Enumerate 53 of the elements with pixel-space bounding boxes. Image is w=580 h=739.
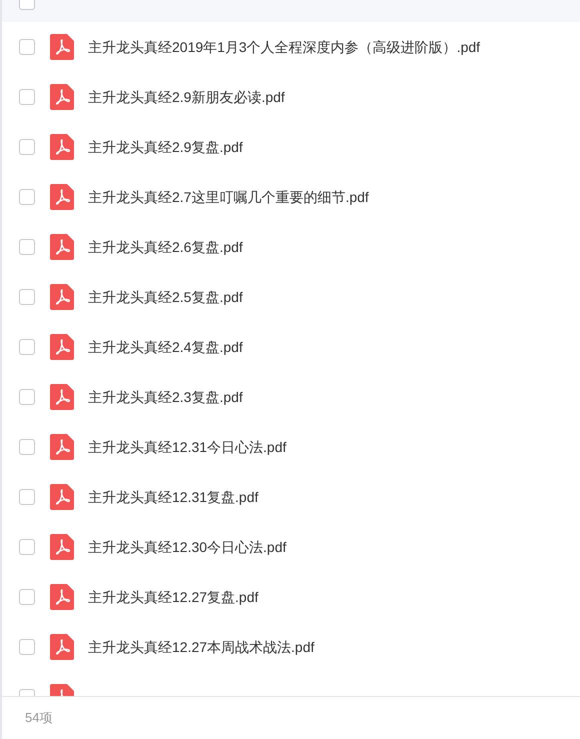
file-row[interactable]: 主升龙头真经2.7这里叮嘱几个重要的细节.pdf bbox=[2, 172, 580, 222]
checkbox[interactable] bbox=[19, 389, 35, 405]
pdf-file-icon bbox=[50, 584, 74, 610]
checkbox[interactable] bbox=[19, 289, 35, 305]
file-row[interactable]: 主升龙头真经2.5复盘.pdf bbox=[2, 272, 580, 322]
file-row[interactable]: 主升龙头真经12.27本周战术战法.pdf bbox=[2, 622, 580, 672]
file-row[interactable]: 主升龙头真经12.31复盘.pdf bbox=[2, 472, 580, 522]
file-name: 主升龙头真经2.3复盘.pdf bbox=[88, 388, 243, 407]
file-row[interactable]: 主升龙头真经2.9复盘.pdf bbox=[2, 122, 580, 172]
pdf-file-icon bbox=[50, 334, 74, 360]
pdf-file-icon bbox=[50, 184, 74, 210]
pdf-file-icon bbox=[50, 234, 74, 260]
file-name: 主升龙头真经12.31复盘.pdf bbox=[88, 488, 258, 507]
file-name: 主升龙头真经2.9新朋友必读.pdf bbox=[88, 88, 285, 107]
pdf-file-icon bbox=[50, 384, 74, 410]
checkbox[interactable] bbox=[19, 189, 35, 205]
checkbox[interactable] bbox=[19, 539, 35, 555]
file-name: 主升龙头真经2.9复盘.pdf bbox=[88, 138, 243, 157]
pdf-file-icon bbox=[50, 484, 74, 510]
pdf-file-icon bbox=[50, 34, 74, 60]
checkbox[interactable] bbox=[19, 589, 35, 605]
checkbox[interactable] bbox=[19, 439, 35, 455]
checkbox[interactable] bbox=[19, 339, 35, 355]
pdf-file-icon bbox=[50, 434, 74, 460]
file-row[interactable]: 主升龙头真经12.30今日心法.pdf bbox=[2, 522, 580, 572]
checkbox[interactable] bbox=[19, 489, 35, 505]
file-row[interactable]: 主升龙头真经2.3复盘.pdf bbox=[2, 372, 580, 422]
file-name: 主升龙头真经2.4复盘.pdf bbox=[88, 338, 243, 357]
file-row[interactable]: 主升龙头真经2.4复盘.pdf bbox=[2, 322, 580, 372]
file-row[interactable]: 主升龙头真经12.31今日心法.pdf bbox=[2, 422, 580, 472]
file-name: 主升龙头真经12.27本周战术战法.pdf bbox=[88, 638, 314, 657]
file-row[interactable]: 主升龙头真经2.9新朋友必读.pdf bbox=[2, 72, 580, 122]
file-row[interactable]: 主升龙头真经2019年1月3个人全程深度内参（高级进阶版）.pdf bbox=[2, 22, 580, 72]
file-row[interactable]: 主升龙头真经12.27复盘.pdf bbox=[2, 572, 580, 622]
item-count: 54项 bbox=[25, 709, 52, 728]
file-name: 主升龙头真经12.30今日心法.pdf bbox=[88, 538, 286, 557]
file-row[interactable]: 主升龙头真经2.6复盘.pdf bbox=[2, 222, 580, 272]
pdf-file-icon bbox=[50, 634, 74, 660]
file-name: 主升龙头真经12.27复盘.pdf bbox=[88, 588, 258, 607]
pdf-file-icon bbox=[50, 84, 74, 110]
file-name: 主升龙头真经2.7这里叮嘱几个重要的细节.pdf bbox=[88, 188, 369, 207]
checkbox[interactable] bbox=[19, 239, 35, 255]
checkbox[interactable] bbox=[19, 39, 35, 55]
checkbox[interactable] bbox=[19, 639, 35, 655]
checkbox[interactable] bbox=[19, 139, 35, 155]
file-name: 主升龙头真经2.5复盘.pdf bbox=[88, 288, 243, 307]
file-name: 主升龙头真经2019年1月3个人全程深度内参（高级进阶版）.pdf bbox=[88, 38, 480, 57]
pdf-file-icon bbox=[50, 534, 74, 560]
file-name: 主升龙头真经12.31今日心法.pdf bbox=[88, 438, 286, 457]
checkbox[interactable] bbox=[19, 89, 35, 105]
pdf-file-icon bbox=[50, 284, 74, 310]
file-name: 主升龙头真经2.6复盘.pdf bbox=[88, 238, 243, 257]
pdf-file-icon bbox=[50, 134, 74, 160]
